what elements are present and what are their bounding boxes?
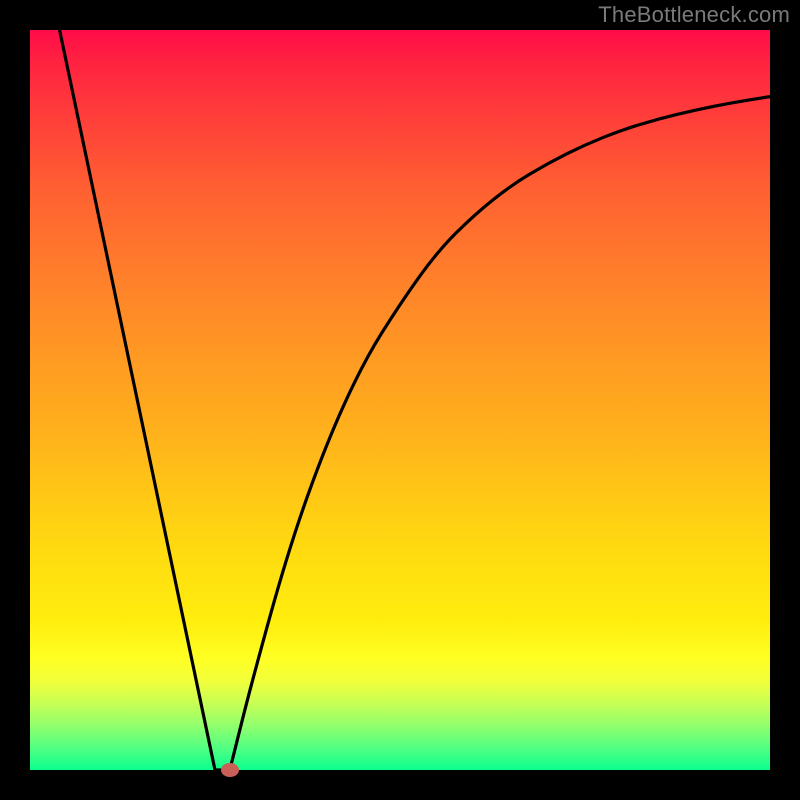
chart-frame: TheBottleneck.com	[0, 0, 800, 800]
plot-area	[30, 30, 770, 770]
attribution-text: TheBottleneck.com	[598, 2, 790, 28]
optimum-marker	[221, 763, 239, 777]
bottleneck-curve-path	[60, 30, 770, 770]
curve-svg	[30, 30, 770, 770]
